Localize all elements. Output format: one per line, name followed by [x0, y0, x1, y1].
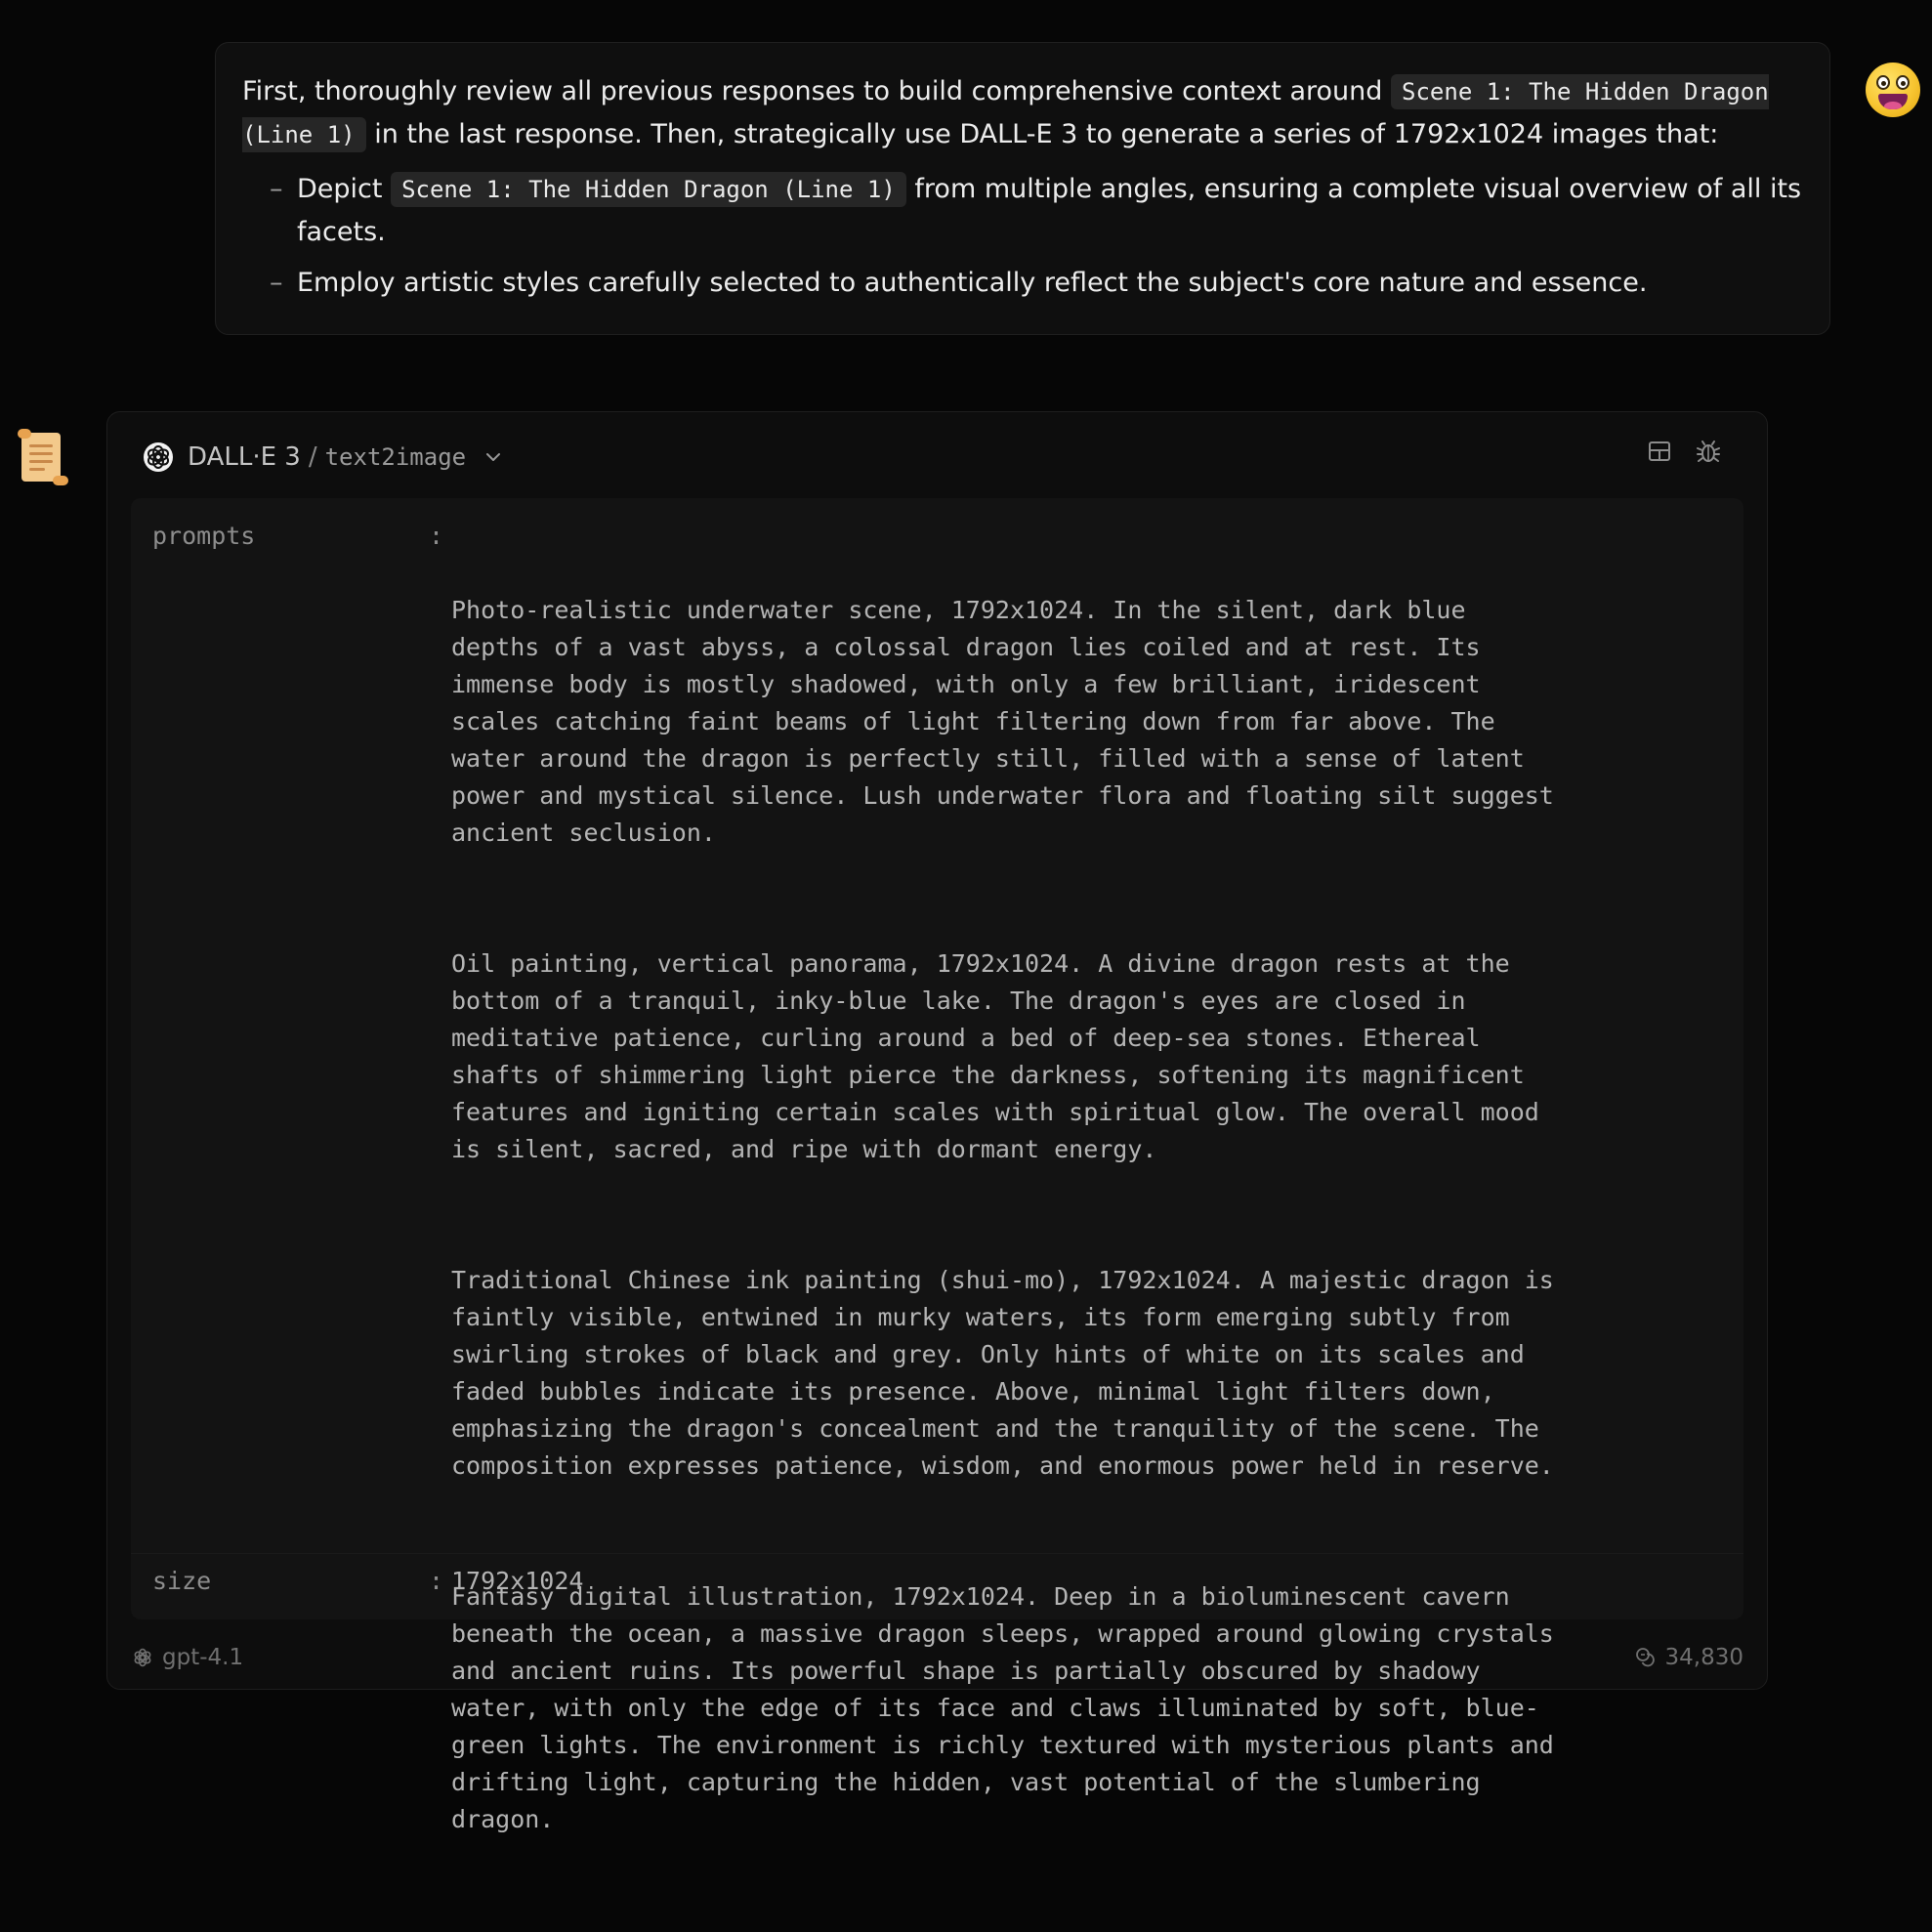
intro-text-before: First, thoroughly review all previous re… [242, 76, 1383, 106]
token-usage[interactable]: 34,830 [1634, 1645, 1743, 1670]
requirements-list: – Depict Scene 1: The Hidden Dragon (Lin… [242, 168, 1804, 305]
model-info: gpt-4.1 [131, 1645, 243, 1670]
prompt-item: Photo-realistic underwater scene, 1792x1… [451, 596, 1554, 847]
tool-name: DALL·E 3 [188, 442, 301, 472]
bug-icon[interactable] [1695, 438, 1722, 465]
tool-separator: / [308, 442, 317, 472]
argument-value-prompts: Photo-realistic underwater scene, 1792x1… [451, 518, 1623, 1932]
bullet-text-before: Depict [297, 174, 383, 204]
prompt-item: Traditional Chinese ink painting (shui-m… [451, 1266, 1554, 1480]
scroll-icon[interactable] [16, 427, 70, 487]
argument-colon: : [429, 1567, 444, 1595]
argument-colon: : [429, 522, 444, 550]
bullet-marker: – [270, 174, 283, 204]
tool-method: text2image [324, 443, 467, 471]
openai-logo-icon [134, 1648, 151, 1667]
argument-key: size [152, 1567, 212, 1595]
divider [131, 1553, 1743, 1554]
list-item: – Employ artistic styles carefully selec… [242, 262, 1804, 305]
tool-actions [1646, 438, 1722, 465]
argument-value-size: 1792x1024 [451, 1567, 584, 1595]
user-message-intro: First, thoroughly review all previous re… [242, 70, 1804, 156]
model-name: gpt-4.1 [162, 1645, 244, 1670]
prompt-item: Oil painting, vertical panorama, 1792x10… [451, 949, 1539, 1163]
user-message-bubble: First, thoroughly review all previous re… [215, 42, 1830, 335]
chevron-down-icon[interactable] [483, 447, 503, 467]
grinning-face-icon[interactable] [1866, 63, 1920, 117]
openai-logo-icon [144, 442, 173, 472]
argument-key: prompts [152, 522, 256, 550]
token-count: 34,830 [1664, 1645, 1743, 1670]
tool-call-footer: gpt-4.1 34,830 [131, 1640, 1743, 1675]
inline-code: Scene 1: The Hidden Dragon (Line 1) [391, 172, 906, 207]
layout-icon[interactable] [1646, 438, 1673, 465]
list-item: – Depict Scene 1: The Hidden Dragon (Lin… [242, 168, 1804, 254]
bullet-text: Employ artistic styles carefully selecte… [297, 268, 1648, 298]
tool-call-header[interactable]: DALL·E 3 / text2image [143, 436, 503, 479]
intro-text-after: in the last response. Then, strategicall… [374, 119, 1719, 149]
prompt-item: Fantasy digital illustration, 1792x1024.… [451, 1582, 1554, 1833]
tool-call-card: DALL·E 3 / text2image prompts : Photo-re… [106, 411, 1768, 1833]
coins-icon [1635, 1648, 1655, 1667]
bullet-marker: – [270, 268, 283, 298]
tool-arguments-panel: prompts : Photo-realistic underwater sce… [131, 498, 1743, 1833]
